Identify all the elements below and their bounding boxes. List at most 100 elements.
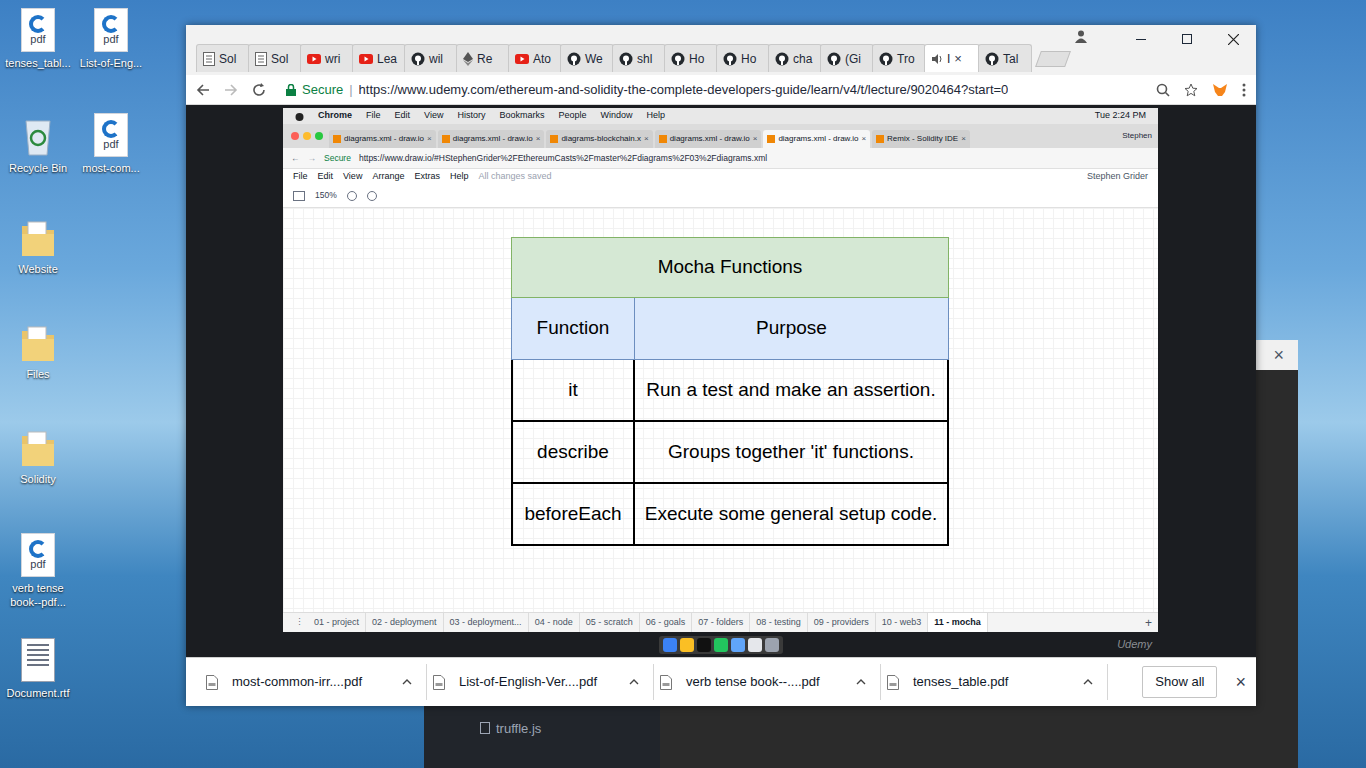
- close-window-button[interactable]: [1210, 25, 1256, 53]
- drawio-menu-item[interactable]: Help: [450, 170, 469, 184]
- menubar-item[interactable]: People: [558, 109, 586, 123]
- dock-app-icon[interactable]: [748, 638, 762, 652]
- desktop-icon[interactable]: pdfList-of-Eng...: [79, 8, 143, 70]
- page-tab[interactable]: 04 - node: [529, 613, 580, 632]
- desktop-icon[interactable]: pdfverb tense book--pdf...: [6, 533, 70, 609]
- github-icon: [619, 52, 633, 66]
- page-tab[interactable]: 01 - project: [308, 613, 366, 632]
- desktop-icon[interactable]: Document.rtf: [6, 638, 70, 700]
- drawio-menu-item[interactable]: File: [293, 170, 308, 184]
- download-item[interactable]: tenses_table.pdf: [881, 664, 1108, 700]
- menubar-item[interactable]: Help: [646, 109, 665, 123]
- chevron-up-icon[interactable]: [856, 679, 866, 685]
- page-tab[interactable]: 10 - web3: [876, 613, 929, 632]
- mocha-table[interactable]: Mocha FunctionsFunctionPurposeitRun a te…: [511, 237, 949, 546]
- file-item[interactable]: truffle.js: [480, 719, 660, 739]
- chevron-up-icon[interactable]: [629, 679, 639, 685]
- add-page-button[interactable]: +: [1145, 614, 1152, 632]
- page-tab[interactable]: 05 - scratch: [580, 613, 640, 632]
- browser-tab[interactable]: We: [560, 44, 614, 72]
- browser-tab[interactable]: wil: [404, 44, 458, 72]
- dock-app-icon[interactable]: [680, 638, 694, 652]
- browser-tab[interactable]: Sol: [196, 44, 250, 72]
- dock-app-icon[interactable]: [714, 638, 728, 652]
- maximize-button[interactable]: [1164, 25, 1210, 53]
- star-icon[interactable]: [1184, 83, 1198, 97]
- tab-close-button[interactable]: ×: [954, 49, 962, 69]
- browser-tab[interactable]: Tal: [978, 44, 1032, 72]
- desktop-icon[interactable]: pdfmost-com...: [79, 113, 143, 175]
- dock-app-icon[interactable]: [663, 638, 677, 652]
- close-button[interactable]: ×: [1273, 342, 1284, 369]
- minimize-button[interactable]: [1118, 25, 1164, 53]
- browser-tab[interactable]: Re: [456, 44, 510, 72]
- chevron-up-icon[interactable]: [1083, 679, 1093, 685]
- menubar-item[interactable]: View: [424, 109, 443, 123]
- dock-app-icon[interactable]: [731, 638, 745, 652]
- download-item[interactable]: List-of-English-Ver....pdf: [427, 664, 654, 700]
- page-tab[interactable]: 08 - testing: [750, 613, 808, 632]
- browser-tab[interactable]: Lea: [352, 44, 406, 72]
- drawio-menu-item[interactable]: Extras: [414, 170, 440, 184]
- close-icon: [1228, 34, 1239, 45]
- download-item[interactable]: verb tense book--....pdf: [654, 664, 881, 700]
- video-browser-tab[interactable]: diagrams.xml - draw.io×: [655, 130, 762, 148]
- forward-icon[interactable]: [224, 83, 238, 97]
- user-icon[interactable]: [1074, 29, 1088, 43]
- pdf-icon: [887, 675, 899, 690]
- browser-tab[interactable]: Sol: [248, 44, 302, 72]
- page-tab[interactable]: 07 - folders: [692, 613, 750, 632]
- browser-tab[interactable]: I×: [924, 44, 980, 72]
- video-browser-tab[interactable]: Remix - Solidity IDE×: [872, 130, 970, 148]
- page-tab[interactable]: 02 - deployment: [366, 613, 444, 632]
- metamask-icon[interactable]: [1212, 83, 1228, 97]
- video-browser-tab[interactable]: diagrams.xml - draw.io×: [438, 130, 545, 148]
- zoom-level[interactable]: 150%: [315, 189, 337, 202]
- show-all-button[interactable]: Show all: [1142, 666, 1217, 698]
- github-icon: [879, 52, 893, 66]
- page-tab[interactable]: 03 - deployment...: [444, 613, 529, 632]
- desktop-icon[interactable]: pdftenses_tabl...: [6, 8, 70, 70]
- browser-tab[interactable]: cha: [768, 44, 822, 72]
- browser-tab[interactable]: shl: [612, 44, 666, 72]
- drawio-canvas: Mocha FunctionsFunctionPurposeitRun a te…: [283, 208, 1158, 612]
- desktop-icon[interactable]: Files: [6, 323, 70, 381]
- download-item[interactable]: most-common-irr....pdf: [200, 664, 427, 700]
- dock-app-icon[interactable]: [697, 638, 711, 652]
- profile-name[interactable]: Stephen: [1122, 130, 1152, 142]
- dock-app-icon[interactable]: [765, 638, 779, 652]
- browser-tab[interactable]: Ho: [664, 44, 718, 72]
- menubar-item[interactable]: Window: [600, 109, 632, 123]
- drawio-menu-item[interactable]: Edit: [318, 170, 334, 184]
- menubar-item[interactable]: Edit: [395, 109, 411, 123]
- desktop-icon[interactable]: Recycle Bin: [6, 113, 70, 175]
- drawio-menu-item[interactable]: View: [343, 170, 362, 184]
- browser-tab[interactable]: Tro: [872, 44, 926, 72]
- browser-tab[interactable]: wri: [300, 44, 354, 72]
- chevron-up-icon[interactable]: [402, 679, 412, 685]
- menubar-item[interactable]: Bookmarks: [499, 109, 544, 123]
- drawio-icon: [550, 135, 558, 143]
- page-tab[interactable]: 11 - mocha: [928, 613, 988, 632]
- drawio-menu-item[interactable]: Arrange: [372, 170, 404, 184]
- video-browser-tab[interactable]: diagrams-blockchain.x×: [546, 130, 652, 148]
- address-bar[interactable]: Secure|https://www.udemy.com/ethereum-an…: [280, 78, 1142, 102]
- close-downloads-button[interactable]: ×: [1235, 669, 1246, 696]
- menubar-item[interactable]: File: [366, 109, 381, 123]
- browser-tab[interactable]: Ho: [716, 44, 770, 72]
- page-tab[interactable]: 09 - providers: [808, 613, 876, 632]
- menubar-item[interactable]: History: [457, 109, 485, 123]
- desktop-icon[interactable]: Website: [6, 218, 70, 276]
- page-tab[interactable]: 06 - goals: [640, 613, 693, 632]
- reload-icon[interactable]: [252, 83, 266, 97]
- video-browser-tab[interactable]: diagrams.xml - draw.io×: [329, 130, 436, 148]
- table-row: beforeEachExecute some general setup cod…: [511, 484, 949, 546]
- new-tab-button[interactable]: [1035, 51, 1071, 67]
- video-browser-tab[interactable]: diagrams.xml - draw.io×: [763, 130, 870, 148]
- menu-icon[interactable]: [1242, 83, 1246, 97]
- desktop-icon[interactable]: Solidity: [6, 428, 70, 486]
- back-icon[interactable]: [196, 83, 210, 97]
- browser-tab[interactable]: (Gi: [820, 44, 874, 72]
- search-icon[interactable]: [1156, 83, 1170, 97]
- browser-tab[interactable]: Ato: [508, 44, 562, 72]
